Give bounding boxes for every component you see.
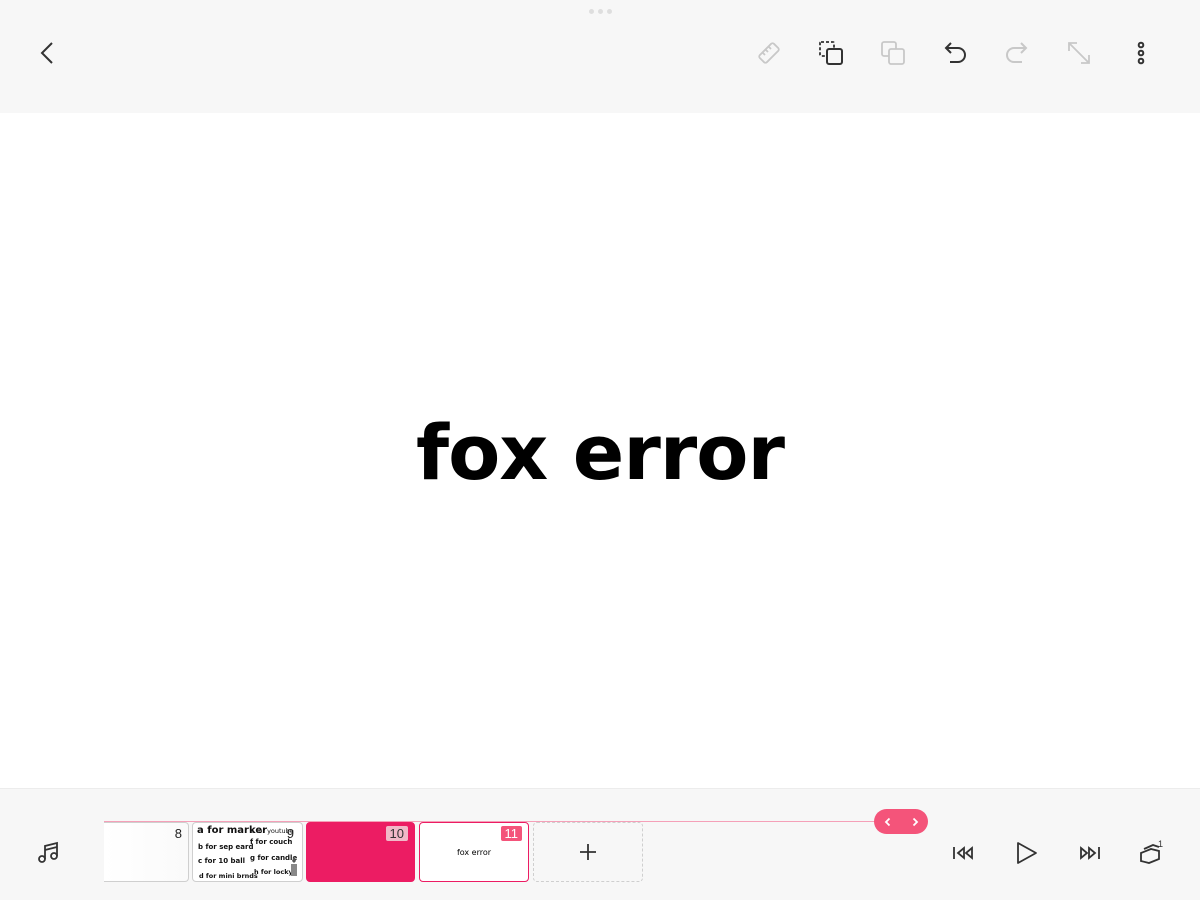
frame-thumbnail-8[interactable]: 8 xyxy=(104,822,189,882)
paste-frame-button[interactable] xyxy=(873,33,913,73)
copy-frame-button[interactable] xyxy=(811,33,851,73)
drag-grip[interactable] xyxy=(589,9,612,14)
next-frame-button[interactable] xyxy=(910,817,920,827)
frame-thumbnail-9[interactable]: 9 a for marker e for youtube b for sep e… xyxy=(192,822,303,882)
frame-navigator xyxy=(874,809,928,834)
timeline-bar: 8 9 a for marker e for youtube b for sep… xyxy=(0,788,1200,900)
top-toolbar xyxy=(0,0,1200,113)
skip-to-start-icon xyxy=(953,846,973,860)
frame-sketch-text: d for mini brnds xyxy=(199,872,258,880)
skip-to-end-icon xyxy=(1080,846,1100,860)
play-icon xyxy=(1017,842,1037,864)
layers-icon: 1 xyxy=(1140,839,1163,864)
undo-icon xyxy=(944,42,966,63)
frame-sketch-text: f for couch xyxy=(250,838,293,846)
chevron-left-icon xyxy=(884,817,890,826)
more-options-button[interactable] xyxy=(1121,33,1161,73)
canvas-text: fox error xyxy=(416,408,785,497)
frame-sketch-text: e for youtube xyxy=(250,827,294,835)
ruler-icon xyxy=(758,42,780,64)
add-frame-button[interactable] xyxy=(533,822,643,882)
frame-preview-text: fox error xyxy=(456,848,492,857)
drawing-canvas[interactable]: fox error xyxy=(0,113,1200,788)
last-frame-button[interactable] xyxy=(1071,835,1107,871)
more-vertical-icon xyxy=(1137,41,1145,65)
undo-button[interactable] xyxy=(935,33,975,73)
prev-frame-button[interactable] xyxy=(883,817,893,827)
frame-number: 11 xyxy=(500,826,522,841)
first-frame-button[interactable] xyxy=(946,835,982,871)
paste-frame-icon xyxy=(881,41,905,65)
layer-count: 1 xyxy=(1158,839,1163,849)
resize-icon xyxy=(1068,42,1090,64)
frame-sketch-text: h for locky xyxy=(254,868,293,876)
copy-frame-icon xyxy=(819,41,843,65)
redo-icon xyxy=(1006,42,1028,63)
frame-thumbnail-10[interactable]: 10 xyxy=(306,822,415,882)
ruler-button[interactable] xyxy=(749,33,789,73)
music-button[interactable] xyxy=(31,835,67,871)
resize-button[interactable] xyxy=(1059,33,1099,73)
back-button[interactable] xyxy=(28,33,68,73)
redo-button[interactable] xyxy=(997,33,1037,73)
frame-number: 10 xyxy=(385,826,408,841)
chevron-left-icon xyxy=(40,42,53,64)
frame-number: 8 xyxy=(174,826,182,841)
music-note-icon xyxy=(38,841,58,863)
candle-sketch-icon xyxy=(291,856,297,876)
chevron-right-icon xyxy=(912,817,918,826)
frame-thumbnail-11-selected[interactable]: 11 fox error xyxy=(419,822,529,882)
play-button[interactable] xyxy=(1008,835,1044,871)
frame-sketch-text: c for 10 ball xyxy=(198,857,246,865)
plus-icon xyxy=(580,844,596,860)
frame-sketch-text: b for sep eard xyxy=(198,843,254,851)
layers-button[interactable]: 1 xyxy=(1133,835,1169,871)
